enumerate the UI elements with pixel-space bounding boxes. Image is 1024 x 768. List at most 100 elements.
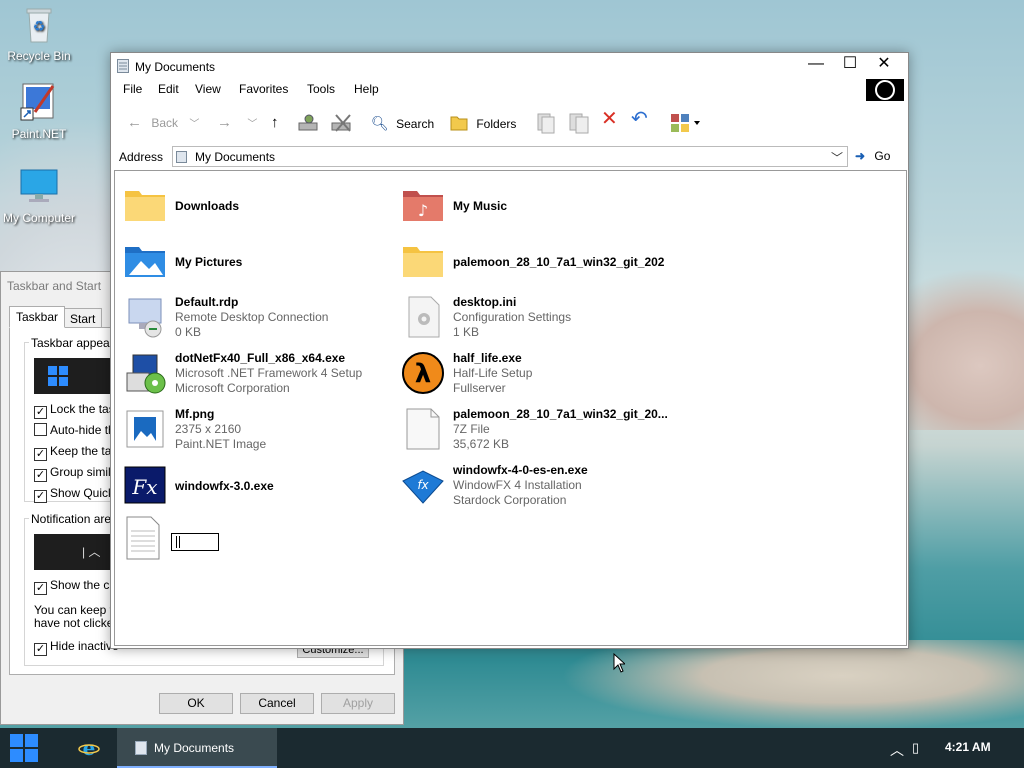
checkbox-label: Show the clo [50,578,119,592]
checkbox-box: ✓ [34,448,47,461]
windowfx-icon: Fx [124,466,166,504]
checkbox-box: ✓ [34,582,47,595]
checkbox-group-similar[interactable]: ✓ Group similar [34,465,121,482]
item-name: windowfx-3.0.exe [175,479,274,493]
back-label: Back [151,116,179,130]
minimize-button[interactable]: — [799,53,833,75]
views-icon[interactable] [669,112,703,134]
checkbox-box: ✓ [34,406,47,419]
checkbox-auto-hide[interactable]: Auto-hide the [34,423,121,439]
address-input[interactable]: My Documents ﹀ [172,146,848,167]
desktop-icon-recycle-bin[interactable]: ♻ Recycle Bin [2,4,76,63]
list-item[interactable]: λ half_life.exe Half-Life Setup Fullserv… [395,345,673,397]
up-arrow-icon: ↑ [271,114,279,131]
menu-help[interactable]: Help [354,82,379,96]
apply-button[interactable]: Apply [321,693,395,714]
item-company: Fullserver [453,381,506,395]
menu-edit[interactable]: Edit [158,82,179,96]
go-arrow-icon: ➜ [855,149,866,163]
internet-explorer-icon[interactable]: e [78,737,100,759]
back-button[interactable]: ← Back ﹀ [127,113,199,133]
menu-view[interactable]: View [195,82,221,96]
list-item[interactable]: dotNetFx40_Full_x86_x64.exe Microsoft .N… [117,345,395,397]
title-bar[interactable]: My Documents — ☐ ✕ [111,53,908,79]
text-file-icon [126,516,160,560]
start-button[interactable] [8,734,40,762]
item-company: Microsoft Corporation [175,381,290,395]
chevron-up-icon: | ︿ [82,545,101,559]
undo-icon[interactable]: ↶ [631,109,648,129]
text-caret [176,536,180,548]
forward-button[interactable]: → ﹀ [217,113,257,133]
item-name: windowfx-4-0-es-en.exe [453,463,588,477]
chevron-down-icon: ﹀ [247,119,258,130]
menu-tools[interactable]: Tools [307,82,335,96]
list-item[interactable]: desktop.ini Configuration Settings 1 KB [395,289,673,341]
item-name: Mf.png [175,407,215,421]
ok-button[interactable]: OK [159,693,233,714]
list-item[interactable]: Mf.png 2375 x 2160 Paint.NET Image [117,401,395,453]
up-button[interactable]: ↑ [271,113,279,133]
checkbox-lock-taskbar[interactable]: ✓ Lock the task [34,402,121,419]
folders-button[interactable]: Folders [449,113,516,133]
search-button[interactable]: 🔍︎ Search [371,113,434,133]
checkbox-box: ✓ [34,469,47,482]
list-item[interactable]: palemoon_28_10_7a1_win32_git_202 [395,233,673,285]
svg-text:♻: ♻ [33,19,46,35]
desktop-icon-paint-net[interactable]: Paint.NET [2,82,76,141]
map-drive-icon[interactable] [297,111,321,135]
desktop-icon-my-computer[interactable]: My Computer [2,166,76,225]
address-label: Address [119,150,164,164]
list-item[interactable]: Fx windowfx-3.0.exe [117,457,395,509]
task-label: My Documents [154,741,235,755]
item-name: palemoon_28_10_7a1_win32_git_20... [453,407,668,421]
clock[interactable]: 4:21 AM [945,740,991,754]
recycle-bin-icon: ♻ [26,8,52,43]
forward-arrow-icon: → [217,114,232,131]
list-item[interactable]: palemoon_28_10_7a1_win32_git_20... 7Z Fi… [395,401,673,453]
item-dimensions: 2375 x 2160 [175,422,242,436]
menu-favorites[interactable]: Favorites [239,82,288,96]
move-to-icon[interactable] [535,111,557,135]
file-list[interactable]: Downloads ♪ My Music My Pictures palemoo… [114,170,907,646]
item-name: Downloads [175,199,240,213]
checkbox-hide-inactive[interactable]: ✓ Hide inactive [34,639,119,656]
computer-icon [20,169,58,202]
list-item[interactable]: Default.rdp Remote Desktop Connection 0 … [117,289,395,341]
rename-input[interactable] [171,533,219,551]
item-name: palemoon_28_10_7a1_win32_git_202 [453,255,665,269]
tray-overflow-chevron-icon[interactable]: ︿ [890,740,904,760]
copy-to-icon[interactable] [567,111,591,135]
item-name: My Pictures [175,255,243,269]
checkbox-box: ✓ [34,643,47,656]
folder-icon [450,116,468,131]
list-item[interactable]: Downloads [117,177,395,229]
item-size: 0 KB [175,325,202,339]
delete-icon[interactable]: ✕ [601,109,618,129]
list-item[interactable]: fx windowfx-4-0-es-en.exe WindowFX 4 Ins… [395,457,673,509]
chevron-down-icon[interactable]: ﹀ [831,149,843,166]
disconnect-drive-icon[interactable] [330,111,354,135]
item-size: 35,672 KB [453,437,510,451]
folder-icon [403,247,443,277]
back-arrow-icon: ← [127,114,142,131]
checkbox-keep-on-top[interactable]: ✓ Keep the tas [34,444,117,461]
cancel-button[interactable]: Cancel [240,693,314,714]
windowfx-installer-icon: fx [402,470,444,504]
list-item[interactable]: ♪ My Music [395,177,673,229]
item-name: Default.rdp [175,295,239,309]
checkbox-quick-launch[interactable]: ✓ Show Quick [34,486,114,503]
taskbar-task-my-documents[interactable]: My Documents [117,728,277,768]
go-button[interactable]: ➜ Go [855,149,890,163]
usb-device-icon[interactable]: ▯ [912,740,919,756]
maximize-button[interactable]: ☐ [833,53,867,75]
desktop-icon-label: My Computer [2,211,76,225]
tab-taskbar[interactable]: Taskbar [9,306,66,328]
checkbox-show-clock[interactable]: ✓ Show the clo [34,578,119,595]
document-icon [176,151,187,163]
close-button[interactable]: ✕ [867,53,901,75]
list-item[interactable]: My Pictures [117,233,395,285]
menu-file[interactable]: File [123,82,142,96]
toolbar: ← Back ﹀ → ﹀ ↑ 🔍︎ Search Folders ✕ ↶ [111,105,908,141]
pictures-folder-icon [125,247,165,277]
